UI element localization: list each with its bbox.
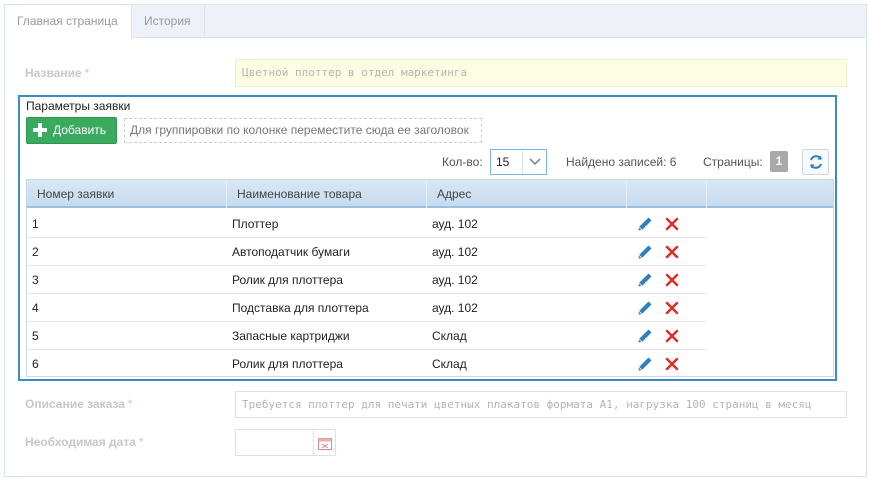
date-picker-button[interactable] [313,429,336,456]
qty-label: Кол-во: [442,155,483,169]
description-label: Описание заказа * [25,397,133,411]
cell-address: Склад [432,357,467,371]
cell-number: 3 [32,273,39,287]
cell-number: 5 [32,329,39,343]
required-mark: * [138,435,144,449]
request-params-panel: Параметры заявки Добавить Для группировк… [18,95,837,381]
grid-header: Номер заявки Наименование товара Адрес [27,180,833,208]
cell-address: Склад [432,329,467,343]
description-field[interactable]: Требуется плоттер для печати цветных пла… [235,391,847,418]
refresh-button[interactable] [802,149,829,175]
records-found: Найдено записей: 6 [566,155,677,169]
cell-product: Плоттер [232,217,279,231]
description-label-text: Описание заказа [25,397,125,411]
cell-product: Ролик для плоттера [232,273,343,287]
cell-number: 4 [32,301,39,315]
required-mark: * [84,66,90,80]
column-header-number[interactable]: Номер заявки [27,180,227,208]
column-header-address[interactable]: Адрес [427,180,627,208]
table-row[interactable]: 3 Ролик для плоттера ауд. 102 [27,266,707,294]
pencil-icon[interactable] [637,300,653,316]
cell-address: ауд. 102 [432,217,478,231]
close-icon[interactable] [665,245,679,259]
close-icon[interactable] [665,273,679,287]
cell-product: Автоподатчик бумаги [232,245,350,259]
table-row[interactable]: 2 Автоподатчик бумаги ауд. 102 [27,238,707,266]
pencil-icon[interactable] [637,216,653,232]
name-label: Название * [25,66,89,80]
add-button[interactable]: Добавить [26,117,117,144]
date-label-text: Необходимая дата [25,435,136,449]
pages-label: Страницы: [703,155,763,169]
close-icon[interactable] [665,301,679,315]
page-number-button[interactable]: 1 [770,151,788,172]
table-row[interactable]: 6 Ролик для плоттера Склад [27,350,707,376]
tab-main-page[interactable]: Главная страница [5,5,132,39]
qty-value: 15 [496,155,510,169]
pencil-icon[interactable] [637,356,653,372]
cell-number: 1 [32,217,39,231]
cell-product: Ролик для плоттера [232,357,343,371]
cell-product: Подставка для плоттера [232,301,369,315]
date-label: Необходимая дата * [25,435,144,449]
cell-address: ауд. 102 [432,301,478,315]
pencil-icon[interactable] [637,272,653,288]
cell-number: 2 [32,245,39,259]
qty-select[interactable]: 15 [490,149,547,175]
name-field[interactable]: Цветной плоттер в отдел маркетинга [235,59,847,87]
required-mark: * [127,397,133,411]
close-icon[interactable] [665,357,679,371]
group-by-drop-zone[interactable]: Для группировки по колонке переместите с… [124,118,482,143]
cell-address: ауд. 102 [432,245,478,259]
column-header-spacer [707,180,833,208]
column-header-actions [627,180,707,208]
pencil-icon[interactable] [637,244,653,260]
table-row[interactable]: 4 Подставка для плоттера ауд. 102 [27,294,707,322]
refresh-icon [810,155,822,169]
chevron-down-icon[interactable] [522,150,546,174]
panel-title: Параметры заявки [26,99,131,113]
calendar-icon [318,438,332,450]
plus-icon [33,123,47,137]
cell-product: Запасные картриджи [232,329,350,343]
close-icon[interactable] [665,329,679,343]
tab-history[interactable]: История [132,5,205,38]
pencil-icon[interactable] [637,328,653,344]
name-label-text: Название [25,66,82,80]
cell-number: 6 [32,357,39,371]
close-icon[interactable] [665,217,679,231]
add-button-label: Добавить [53,123,107,137]
tab-bar: Главная страница История [5,5,866,39]
cell-address: ауд. 102 [432,273,478,287]
items-grid: Номер заявки Наименование товара Адрес 1… [26,179,834,377]
table-row[interactable]: 1 Плоттер ауд. 102 [27,210,707,238]
column-header-product[interactable]: Наименование товара [227,180,427,208]
table-row[interactable]: 5 Запасные картриджи Склад [27,322,707,350]
date-field[interactable] [235,429,315,456]
